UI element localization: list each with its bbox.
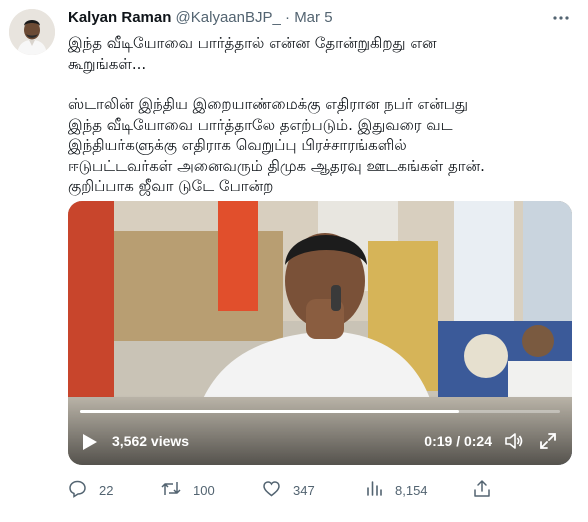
separator: · (285, 9, 291, 26)
tweet-line: ஈடுபட்டவர்கள் அனைவரும் திமுக ஆதரவு ஊடகங்… (68, 156, 485, 175)
retweet-icon (161, 479, 193, 501)
views-count: 8,154 (395, 482, 428, 498)
tweet-line: கூறுங்கள்... (68, 54, 147, 73)
tweet-actions: 22 100 347 8,154 (68, 479, 508, 501)
tweet-line: இந்த வீடியோவை பார்த்தாலே தஎற்படும். இதுவ… (68, 115, 453, 134)
reply-count: 22 (99, 482, 114, 498)
tweet-header: Kalyan Raman @KalyaanBJP_ · Mar 5 (68, 9, 333, 29)
video-timestamp: 0:19 / 0:24 (424, 433, 492, 449)
play-icon[interactable] (82, 433, 98, 454)
tweet-line: ஸ்டாலின் இந்திய இறையாண்மைக்கு எதிரான நபர… (68, 95, 468, 113)
author-name[interactable]: Kalyan Raman (68, 9, 171, 26)
tweet-line: குறிப்பாக ஜீவா டுடே போன்ற (68, 177, 274, 195)
like-count: 347 (293, 482, 315, 498)
video-player[interactable]: 3,562 views 0:19 / 0:24 (68, 201, 572, 465)
tweet-text: இந்த வீடியோவை பார்த்தால் என்ன தோன்றுகிறத… (68, 33, 568, 197)
tweet-date[interactable]: Mar 5 (294, 9, 332, 26)
video-controls: 3,562 views 0:19 / 0:24 (68, 429, 572, 455)
retweet-count: 100 (193, 482, 215, 498)
avatar[interactable] (9, 9, 55, 55)
video-progress-bar[interactable] (80, 410, 560, 413)
more-icon[interactable] (552, 9, 570, 32)
like-button[interactable]: 347 (262, 479, 315, 501)
author-handle[interactable]: @KalyaanBJP_ (176, 9, 281, 26)
tweet-line: இந்த வீடியோவை பார்த்தால் என்ன தோன்றுகிறத… (68, 34, 437, 52)
reply-icon (68, 479, 99, 501)
reply-button[interactable]: 22 (68, 479, 113, 501)
share-button[interactable] (473, 479, 503, 501)
volume-icon[interactable] (504, 431, 524, 454)
tweet-line: இந்தியர்களுக்கு எதிராக வெறுப்பு பிரச்சார… (68, 136, 407, 154)
like-icon (262, 479, 293, 501)
fullscreen-icon[interactable] (538, 431, 558, 454)
retweet-button[interactable]: 100 (161, 479, 215, 501)
views-button[interactable]: 8,154 (365, 479, 428, 501)
share-icon (473, 479, 503, 501)
views-icon (365, 479, 395, 501)
video-progress-fill (80, 410, 460, 413)
video-views-count: 3,562 views (112, 433, 190, 449)
